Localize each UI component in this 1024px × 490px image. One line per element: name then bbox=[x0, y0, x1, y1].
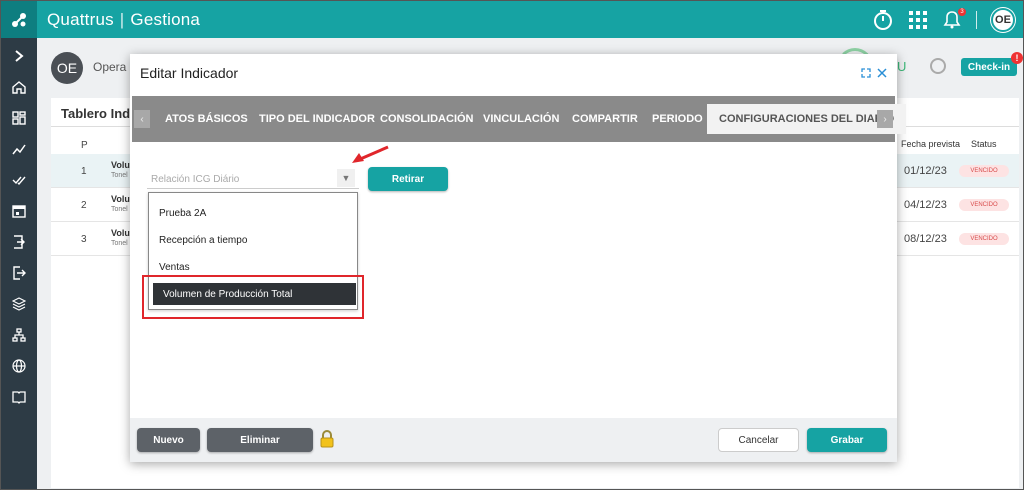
retirar-button[interactable]: Retirar bbox=[368, 167, 448, 191]
profile-avatar[interactable]: OE bbox=[51, 52, 83, 84]
cancelar-button[interactable]: Cancelar bbox=[718, 428, 799, 452]
nuevo-button[interactable]: Nuevo bbox=[137, 428, 200, 452]
highlight-annotation bbox=[142, 275, 364, 319]
globe-icon[interactable] bbox=[9, 356, 29, 376]
top-bar: Quattrus | Gestiona 3 OE bbox=[1, 1, 1023, 38]
sidebar bbox=[1, 38, 37, 489]
brand-name: Quattrus bbox=[47, 9, 114, 29]
tab-vinculacion[interactable]: VINCULACIÓN bbox=[483, 110, 559, 128]
status-badge: VENCIDO bbox=[959, 199, 1009, 211]
check-double-icon[interactable] bbox=[9, 170, 29, 190]
profile-name: Opera bbox=[93, 60, 127, 74]
notification-badge: 3 bbox=[958, 7, 966, 16]
checkin-button[interactable]: Check-in bbox=[961, 58, 1017, 76]
column-header-p: P bbox=[81, 140, 88, 151]
row-name: Volu bbox=[111, 194, 130, 204]
row-name: Volu bbox=[111, 228, 130, 238]
lock-icon[interactable] bbox=[319, 430, 335, 448]
calendar-icon[interactable] bbox=[9, 201, 29, 221]
column-header-status: Status bbox=[971, 139, 997, 149]
row-date: 01/12/23 bbox=[904, 165, 947, 177]
tab-compartir[interactable]: COMPARTIR bbox=[572, 110, 638, 128]
expand-icon[interactable] bbox=[861, 67, 871, 81]
row-date: 04/12/23 bbox=[904, 199, 947, 211]
row-sub: Tonel bbox=[111, 240, 128, 247]
logout-icon[interactable] bbox=[9, 263, 29, 283]
modal-footer: Nuevo Eliminar Cancelar Grabar bbox=[130, 418, 897, 462]
apps-grid-icon[interactable] bbox=[908, 10, 928, 30]
row-sub: Tonel bbox=[111, 172, 128, 179]
tab-scroll-left[interactable]: ‹ bbox=[134, 110, 150, 128]
timer-icon[interactable] bbox=[872, 9, 894, 31]
login-icon[interactable] bbox=[9, 232, 29, 252]
tab-scroll-right[interactable]: › bbox=[877, 110, 893, 128]
chevron-right-icon[interactable] bbox=[9, 46, 29, 66]
row-number: 2 bbox=[81, 200, 87, 211]
relacion-select[interactable]: Relación ICG Diário bbox=[147, 165, 359, 189]
row-number: 1 bbox=[81, 166, 87, 177]
row-number: 3 bbox=[81, 234, 87, 245]
trend-icon[interactable] bbox=[9, 139, 29, 159]
close-icon[interactable] bbox=[877, 67, 887, 81]
grabar-button[interactable]: Grabar bbox=[807, 428, 887, 452]
app-title: Quattrus | Gestiona bbox=[47, 9, 201, 29]
row-date: 08/12/23 bbox=[904, 233, 947, 245]
tab-tipo-indicador[interactable]: TIPO DEL INDICADOR bbox=[259, 110, 375, 128]
row-name: Volu bbox=[111, 160, 130, 170]
status-badge: VENCIDO bbox=[959, 165, 1009, 177]
status-badge: VENCIDO bbox=[959, 233, 1009, 245]
org-chart-icon[interactable] bbox=[9, 325, 29, 345]
product-name: Gestiona bbox=[130, 9, 201, 29]
modal-title: Editar Indicador bbox=[140, 65, 239, 81]
edit-indicator-modal: Editar Indicador ‹ ATOS BÁSICOS TIPO DEL… bbox=[130, 54, 907, 462]
app-frame: Quattrus | Gestiona 3 OE OE Opera U Chec… bbox=[0, 0, 1024, 490]
dropdown-option[interactable]: Prueba 2A bbox=[149, 202, 357, 224]
column-header-fecha: Fecha prevista bbox=[901, 139, 961, 149]
layers-icon[interactable] bbox=[9, 294, 29, 314]
divider bbox=[976, 10, 977, 29]
person-icon[interactable] bbox=[930, 58, 946, 74]
modal-controls bbox=[861, 67, 887, 81]
tab-periodo[interactable]: PERIODO bbox=[652, 110, 703, 128]
status-letter: U bbox=[897, 59, 907, 74]
bell-icon[interactable]: 3 bbox=[942, 7, 966, 30]
dashboard-icon[interactable] bbox=[9, 108, 29, 128]
tab-datos-basicos[interactable]: ATOS BÁSICOS bbox=[165, 110, 248, 128]
logo-icon[interactable] bbox=[1, 1, 37, 38]
tab-consolidacion[interactable]: CONSOLIDACIÓN bbox=[380, 110, 474, 128]
user-avatar[interactable]: OE bbox=[991, 7, 1015, 32]
top-actions: 3 OE bbox=[872, 1, 1015, 38]
tab-bar: ‹ ATOS BÁSICOS TIPO DEL INDICADOR CONSOL… bbox=[132, 96, 907, 142]
eliminar-button[interactable]: Eliminar bbox=[207, 428, 313, 452]
row-sub: Tonel bbox=[111, 206, 128, 213]
checkin-alert-badge: ! bbox=[1011, 52, 1023, 64]
caret-down-icon[interactable]: ▼ bbox=[337, 169, 355, 187]
arrow-annotation-icon bbox=[352, 145, 389, 163]
home-icon[interactable] bbox=[9, 77, 29, 97]
book-icon[interactable] bbox=[9, 387, 29, 407]
dropdown-option[interactable]: Recepción a tiempo bbox=[149, 229, 357, 251]
